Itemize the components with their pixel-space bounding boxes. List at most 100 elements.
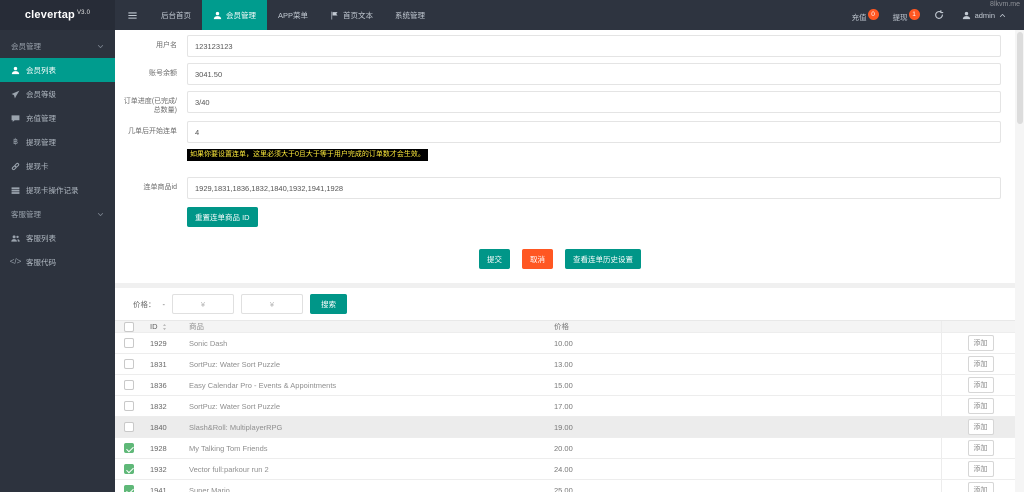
nav-app-menu[interactable]: APP菜单 (267, 0, 319, 30)
sidebar-item-label: 会员列表 (26, 65, 56, 75)
username-label: 用户名 (156, 42, 177, 49)
sort-icon[interactable] (161, 323, 168, 331)
sidebar-section-service-management[interactable]: 客服管理 (0, 202, 115, 226)
add-button[interactable]: 添加 (967, 398, 994, 414)
menu-toggle-button[interactable] (115, 0, 150, 30)
nav-item-label: 系统管理 (395, 10, 426, 20)
row-checkbox-cell (115, 443, 143, 453)
withdraw-badge: 1 (908, 9, 920, 20)
refresh-button[interactable] (924, 10, 954, 20)
row-checkbox-cell (115, 401, 143, 411)
sidebar-item-recharge-management[interactable]: 充值管理 (0, 106, 115, 130)
table-row: 1929 Sonic Dash 10.00 添加 (115, 333, 1015, 354)
admin-dropdown[interactable]: admin (954, 11, 1014, 20)
row-id: 1836 (150, 380, 167, 390)
row-price: 10.00 (554, 338, 573, 348)
row-price: 25.00 (554, 485, 573, 492)
row-checkbox[interactable] (124, 359, 134, 369)
row-price: 15.00 (554, 380, 573, 390)
scrollbar-thumb[interactable] (1016, 32, 1023, 124)
header-price: 价格 (554, 322, 569, 331)
sidebar-item-label: 提现卡操作记录 (26, 185, 79, 195)
user-icon (962, 11, 971, 20)
flag-icon (330, 11, 339, 20)
sidebar-item-member-list[interactable]: 会员列表 (0, 58, 115, 82)
sidebar-item-withdraw-management[interactable]: ฿ 提现管理 (0, 130, 115, 154)
row-checkbox[interactable] (124, 401, 134, 411)
row-price: 17.00 (554, 401, 573, 411)
add-button[interactable]: 添加 (967, 482, 994, 492)
search-button[interactable]: 搜索 (310, 294, 347, 314)
add-button[interactable]: 添加 (967, 419, 994, 435)
row-checkbox-cell (115, 485, 143, 492)
chain-product-ids-input[interactable] (187, 177, 1001, 199)
balance-label: 账号余额 (149, 70, 177, 77)
table-row: 1941 Super Mario 25.00 添加 (115, 480, 1015, 492)
sidebar-item-withdraw-card[interactable]: 提现卡 (0, 154, 115, 178)
row-checkbox-cell (115, 359, 143, 369)
form-actions: 提交 取消 查看连单历史设置 (119, 249, 1001, 269)
add-button[interactable]: 添加 (967, 377, 994, 393)
add-button[interactable]: 添加 (967, 335, 994, 351)
header-product: 商品 (189, 322, 204, 331)
topbar: clevertap V3.0 后台首页 会员管理 APP菜单 首页文本 系统管理 充值 … (0, 0, 1024, 30)
nav-item-label: 首页文本 (343, 10, 374, 20)
sidebar-item-withdraw-card-log[interactable]: 提现卡操作记录 (0, 178, 115, 202)
nav-item-label: APP菜单 (278, 10, 309, 20)
row-checkbox[interactable] (124, 338, 134, 348)
table-row: 1836 Easy Calendar Pro - Events & Appoint… (115, 375, 1015, 396)
row-product: SortPuz: Water Sort Puzzle (189, 401, 281, 411)
scrollbar-track (1015, 30, 1024, 492)
sidebar-item-label: 客服代码 (26, 257, 56, 267)
row-action-cell: 添加 (941, 417, 1015, 437)
submit-button[interactable]: 提交 (479, 249, 510, 269)
price-max-input[interactable] (241, 294, 303, 314)
row-price: 19.00 (554, 422, 573, 432)
sidebar-item-member-level[interactable]: 会员等级 (0, 82, 115, 106)
table-row: 1840 Slash&Roll: MultiplayerRPG 19.00 添加 (115, 417, 1015, 438)
view-chain-history-button[interactable]: 查看连单历史设置 (565, 249, 641, 269)
user-icon (11, 66, 20, 75)
chevron-down-icon (97, 211, 104, 218)
app-logo: clevertap V3.0 (0, 0, 115, 30)
add-button[interactable]: 添加 (967, 440, 994, 456)
row-price: 20.00 (554, 443, 573, 453)
chain-start-input[interactable] (187, 121, 1001, 143)
chain-warning-note: 如果你要设置连单，这里必须大于0且大于等于用户完成的订单数才会生效。 (187, 149, 428, 161)
nav-system-management[interactable]: 系统管理 (384, 0, 436, 30)
recharge-label: 充值 (851, 13, 867, 22)
sidebar-section-member-management[interactable]: 会员管理 (0, 34, 115, 58)
add-button[interactable]: 添加 (967, 461, 994, 477)
users-icon (11, 234, 20, 243)
withdraw-menu-item[interactable]: 提现 1 (883, 7, 924, 23)
nav-home-text[interactable]: 首页文本 (319, 0, 384, 30)
row-checkbox[interactable] (124, 464, 134, 474)
cancel-button[interactable]: 取消 (522, 249, 553, 269)
table-row: 1832 SortPuz: Water Sort Puzzle 17.00 添加 (115, 396, 1015, 417)
header-id: ID (143, 322, 185, 331)
row-action-cell: 添加 (941, 396, 1015, 416)
table-row: 1928 My Talking Tom Friends 20.00 添加 (115, 438, 1015, 459)
row-action-cell: 添加 (941, 438, 1015, 458)
order-progress-input[interactable] (187, 91, 1001, 113)
row-checkbox[interactable] (124, 380, 134, 390)
balance-input[interactable] (187, 63, 1001, 85)
chain-product-ids-label: 连单商品id (143, 184, 177, 191)
recharge-menu-item[interactable]: 充值 0 (842, 7, 883, 23)
nav-dashboard[interactable]: 后台首页 (150, 0, 202, 30)
row-id: 1929 (150, 338, 167, 348)
table-body: 1929 Sonic Dash 10.00 添加 1831 SortPuz: Water … (115, 333, 1015, 492)
sidebar-item-service-code[interactable]: </> 客服代码 (0, 250, 115, 274)
row-checkbox[interactable] (124, 422, 134, 432)
username-input[interactable] (187, 35, 1001, 57)
nav-member-management[interactable]: 会员管理 (202, 0, 267, 30)
sidebar-item-label: 提现卡 (26, 161, 49, 171)
price-min-input[interactable] (172, 294, 234, 314)
add-button[interactable]: 添加 (967, 356, 994, 372)
reset-chain-product-id-button[interactable]: 重置连单商品 ID (187, 207, 258, 227)
sidebar-item-service-list[interactable]: 客服列表 (0, 226, 115, 250)
row-id: 1840 (150, 422, 167, 432)
row-checkbox[interactable] (124, 443, 134, 453)
select-all-checkbox[interactable] (124, 321, 134, 332)
row-checkbox[interactable] (124, 485, 134, 492)
